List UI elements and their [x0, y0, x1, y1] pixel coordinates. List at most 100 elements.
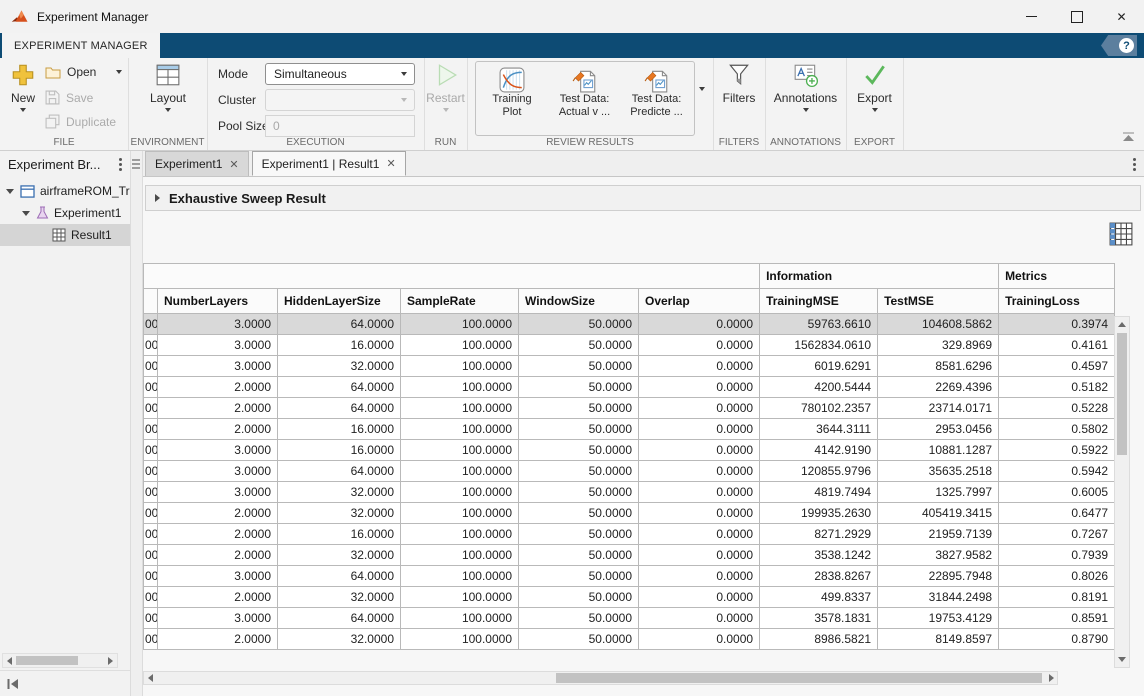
open-button[interactable]: Open: [45, 65, 122, 79]
tab-close-icon[interactable]: ✕: [386, 157, 395, 170]
table-cell[interactable]: 32.0000: [278, 545, 401, 566]
table-cell[interactable]: 0.0000: [639, 629, 760, 650]
table-column-header[interactable]: HiddenLayerSize: [278, 289, 401, 314]
table-cell[interactable]: 50.0000: [519, 587, 639, 608]
table-cell[interactable]: 100.0000: [401, 482, 519, 503]
table-cell[interactable]: 100.0000: [401, 629, 519, 650]
scroll-right-icon[interactable]: [1049, 674, 1054, 682]
table-cell[interactable]: 0.0000: [639, 314, 760, 335]
table-cell[interactable]: 1562834.0610: [760, 335, 878, 356]
table-cell[interactable]: 50.0000: [519, 335, 639, 356]
table-cell[interactable]: 64.0000: [278, 608, 401, 629]
table-cell[interactable]: 120855.9796: [760, 461, 878, 482]
table-cell[interactable]: 0.6477: [999, 503, 1115, 524]
table-cell[interactable]: 59763.6610: [760, 314, 878, 335]
table-cell[interactable]: 499.8337: [760, 587, 878, 608]
table-cell[interactable]: 0.8790: [999, 629, 1115, 650]
table-cell[interactable]: 100.0000: [401, 356, 519, 377]
table-cell[interactable]: 1325.7997: [878, 482, 999, 503]
table-cell[interactable]: 0.0000: [639, 566, 760, 587]
table-cell[interactable]: 0.8026: [999, 566, 1115, 587]
table-cell[interactable]: 2.0000: [158, 377, 278, 398]
table-cell[interactable]: 0.0000: [639, 503, 760, 524]
expand-section-icon[interactable]: [155, 194, 160, 202]
close-button[interactable]: ✕: [1099, 0, 1144, 33]
table-row[interactable]: 003.000064.0000100.000050.00000.00005976…: [144, 314, 1115, 335]
table-cell[interactable]: 50.0000: [519, 482, 639, 503]
tab-experiment1[interactable]: Experiment1 ✕: [145, 151, 249, 176]
annotations-button[interactable]: Annotations: [769, 62, 842, 112]
table-row[interactable]: 002.000064.0000100.000050.00000.00007801…: [144, 398, 1115, 419]
table-cell[interactable]: 0.0000: [639, 377, 760, 398]
tree-item-project[interactable]: airframeROM_Tra: [0, 180, 130, 202]
table-cell[interactable]: 16.0000: [278, 440, 401, 461]
table-cell[interactable]: 35635.2518: [878, 461, 999, 482]
table-cell[interactable]: 3.0000: [158, 461, 278, 482]
table-cell[interactable]: 104608.5862: [878, 314, 999, 335]
table-cell[interactable]: 31844.2498: [878, 587, 999, 608]
table-cell[interactable]: 2.0000: [158, 398, 278, 419]
table-cell[interactable]: 19753.4129: [878, 608, 999, 629]
table-cell[interactable]: 3538.1242: [760, 545, 878, 566]
table-cell[interactable]: 3.0000: [158, 440, 278, 461]
table-cell[interactable]: 00: [144, 314, 158, 335]
collapse-panel-icon[interactable]: [6, 678, 20, 690]
table-view-button[interactable]: [1109, 222, 1133, 246]
table-cell[interactable]: 780102.2357: [760, 398, 878, 419]
table-cell[interactable]: 32.0000: [278, 503, 401, 524]
table-cell[interactable]: 00: [144, 608, 158, 629]
tab-experiment-manager[interactable]: EXPERIMENT MANAGER: [2, 33, 160, 58]
table-cell[interactable]: 00: [144, 482, 158, 503]
table-column-header[interactable]: TestMSE: [878, 289, 999, 314]
table-cell[interactable]: 32.0000: [278, 482, 401, 503]
tree-item-result1[interactable]: Result1: [0, 224, 130, 246]
table-cell[interactable]: 00: [144, 566, 158, 587]
scroll-left-icon[interactable]: [148, 674, 153, 682]
table-cell[interactable]: 00: [144, 503, 158, 524]
minimize-button[interactable]: [1009, 0, 1054, 33]
table-column-header[interactable]: Overlap: [639, 289, 760, 314]
table-cell[interactable]: 21959.7139: [878, 524, 999, 545]
table-cell[interactable]: 64.0000: [278, 377, 401, 398]
table-cell[interactable]: 00: [144, 419, 158, 440]
test-data-predicted-button[interactable]: Test Data: Predicte ...: [621, 62, 692, 135]
table-cell[interactable]: 0.5942: [999, 461, 1115, 482]
table-column-header[interactable]: WindowSize: [519, 289, 639, 314]
table-row[interactable]: 003.000064.0000100.000050.00000.00002838…: [144, 566, 1115, 587]
table-cell[interactable]: 100.0000: [401, 545, 519, 566]
tree-item-experiment1[interactable]: Experiment1: [0, 202, 130, 224]
table-cell[interactable]: 50.0000: [519, 608, 639, 629]
table-cell[interactable]: 0.5228: [999, 398, 1115, 419]
table-cell[interactable]: 405419.3415: [878, 503, 999, 524]
help-button[interactable]: ?: [1101, 35, 1137, 56]
table-cell[interactable]: 2269.4396: [878, 377, 999, 398]
table-cell[interactable]: 50.0000: [519, 398, 639, 419]
table-cell[interactable]: 0.5182: [999, 377, 1115, 398]
scrollbar-thumb[interactable]: [1117, 333, 1127, 455]
table-cell[interactable]: 0.5802: [999, 419, 1115, 440]
table-cell[interactable]: 0.7939: [999, 545, 1115, 566]
table-cell[interactable]: 32.0000: [278, 629, 401, 650]
table-column-header[interactable]: [144, 289, 158, 314]
table-cell[interactable]: 0.6005: [999, 482, 1115, 503]
table-row[interactable]: 002.000032.0000100.000050.00000.0000499.…: [144, 587, 1115, 608]
table-row[interactable]: 002.000016.0000100.000050.00000.00003644…: [144, 419, 1115, 440]
table-cell[interactable]: 3644.3111: [760, 419, 878, 440]
table-cell[interactable]: 00: [144, 524, 158, 545]
table-cell[interactable]: 4200.5444: [760, 377, 878, 398]
table-cell[interactable]: 64.0000: [278, 461, 401, 482]
table-row[interactable]: 003.000064.0000100.000050.00000.00001208…: [144, 461, 1115, 482]
export-button[interactable]: Export: [852, 62, 897, 112]
table-cell[interactable]: 0.8591: [999, 608, 1115, 629]
table-cell[interactable]: 00: [144, 398, 158, 419]
table-cell[interactable]: 2.0000: [158, 524, 278, 545]
table-cell[interactable]: 2838.8267: [760, 566, 878, 587]
table-cell[interactable]: 8581.6296: [878, 356, 999, 377]
table-cell[interactable]: 199935.2630: [760, 503, 878, 524]
table-cell[interactable]: 0.3974: [999, 314, 1115, 335]
table-cell[interactable]: 00: [144, 335, 158, 356]
table-cell[interactable]: 23714.0171: [878, 398, 999, 419]
table-cell[interactable]: 50.0000: [519, 503, 639, 524]
table-cell[interactable]: 0.4597: [999, 356, 1115, 377]
table-column-header[interactable]: NumberLayers: [158, 289, 278, 314]
